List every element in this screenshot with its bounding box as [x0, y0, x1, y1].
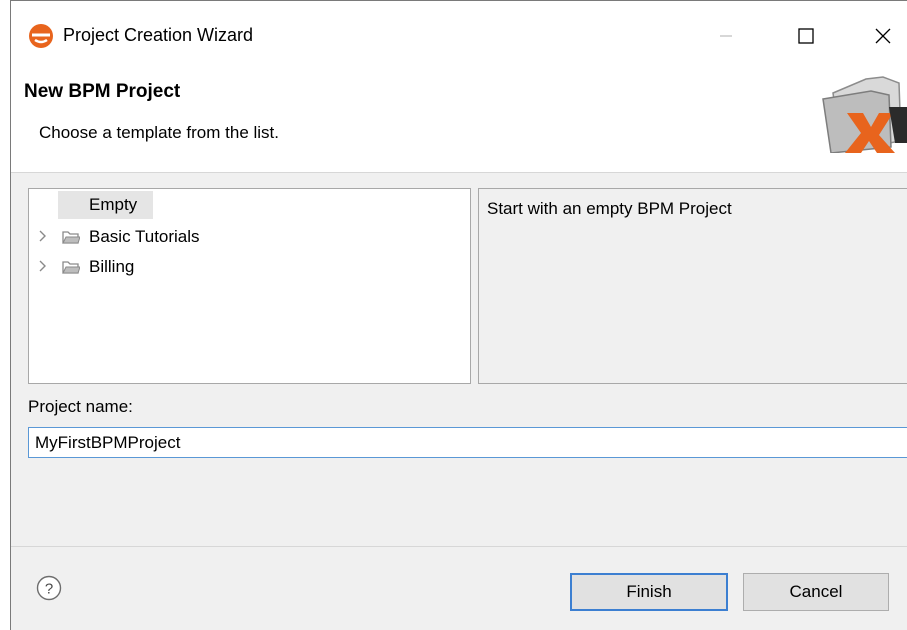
project-name-label: Project name:: [28, 397, 133, 416]
template-description: Start with an empty BPM Project: [487, 199, 732, 218]
maximize-icon[interactable]: [784, 15, 828, 55]
app-logo-icon: [29, 24, 53, 48]
tree-item-label: Basic Tutorials: [89, 227, 200, 246]
x4-folder-icon: [822, 76, 907, 153]
finish-button[interactable]: Finish: [570, 573, 728, 611]
close-icon[interactable]: [861, 15, 905, 55]
template-description-panel: Start with an empty BPM Project: [478, 188, 907, 384]
window-title: Project Creation Wizard: [63, 25, 254, 45]
project-name-input[interactable]: [28, 427, 907, 458]
minimize-icon[interactable]: [704, 15, 748, 55]
folder-icon: [62, 261, 80, 274]
chevron-right-icon[interactable]: [38, 259, 48, 273]
footer-divider: [11, 546, 907, 547]
project-creation-wizard-dialog: Project Creation Wizard New BPM Project …: [10, 0, 907, 630]
tree-item-label: Empty: [89, 195, 138, 214]
template-tree[interactable]: Empty Basic Tutorials Billing: [28, 188, 471, 384]
tree-item-empty[interactable]: Empty: [29, 191, 469, 219]
page-subtitle: Choose a template from the list.: [39, 123, 280, 142]
svg-text:?: ?: [45, 581, 53, 598]
page-title: New BPM Project: [24, 81, 181, 102]
folder-icon: [62, 231, 80, 244]
wizard-header: New BPM Project Choose a template from t…: [11, 73, 907, 173]
cancel-button[interactable]: Cancel: [743, 573, 889, 611]
tree-item-billing[interactable]: Billing: [29, 253, 469, 281]
title-bar[interactable]: Project Creation Wizard: [11, 1, 907, 73]
tree-item-basic-tutorials[interactable]: Basic Tutorials: [29, 223, 469, 251]
chevron-right-icon[interactable]: [38, 229, 48, 243]
help-icon[interactable]: ?: [36, 575, 62, 601]
tree-item-label: Billing: [89, 257, 135, 276]
